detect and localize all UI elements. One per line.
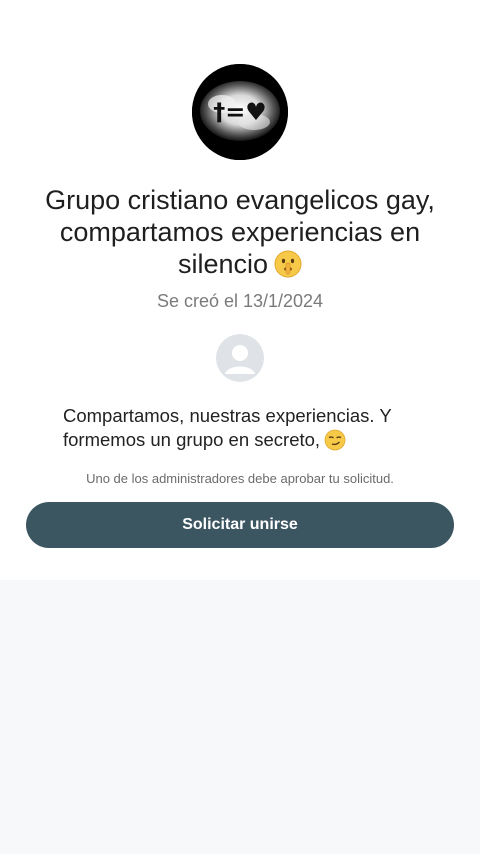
group-description: Compartamos, nuestras experiencias. Y fo… bbox=[63, 404, 423, 452]
request-join-button[interactable]: Solicitar unirse bbox=[26, 502, 454, 548]
approval-note: Uno de los administradores debe aprobar … bbox=[86, 471, 394, 486]
group-title: Grupo cristiano evangelicos gay, compart… bbox=[20, 184, 460, 280]
group-avatar[interactable]: †=♥ bbox=[192, 64, 288, 160]
created-date: Se creó el 13/1/2024 bbox=[156, 291, 324, 311]
group-title-text: Grupo cristiano evangelicos gay, compart… bbox=[45, 185, 435, 279]
group-avatar-text: †=♥ bbox=[213, 98, 267, 126]
group-info-card: †=♥ Grupo cristiano evangelicos gay, com… bbox=[0, 0, 480, 580]
admin-avatar[interactable] bbox=[216, 334, 264, 382]
smirking-face-icon bbox=[324, 429, 346, 451]
shushing-face-icon bbox=[274, 250, 302, 278]
